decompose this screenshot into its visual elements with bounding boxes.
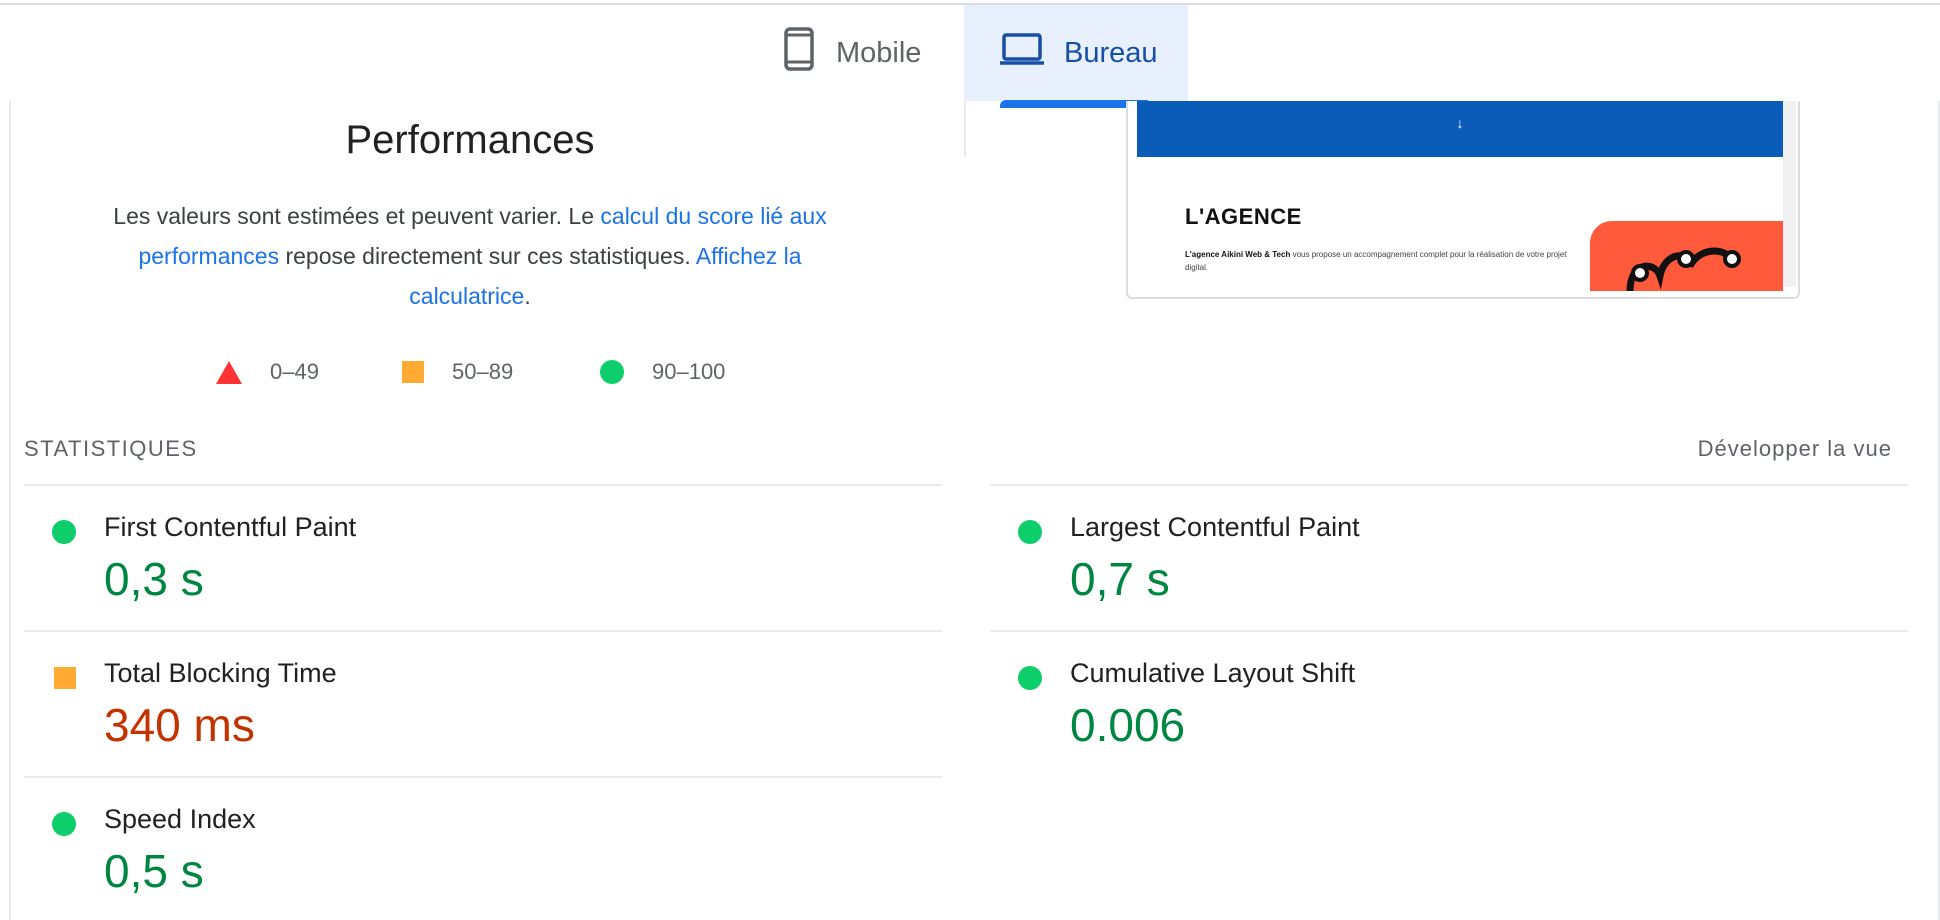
metric-first-contentful-paint: First Contentful Paint 0,3 s — [24, 486, 924, 626]
tab-mobile[interactable]: Mobile — [770, 5, 964, 101]
metric-value: 0.006 — [1070, 699, 1186, 751]
preview-illustration — [1590, 221, 1783, 291]
metric-total-blocking-time: Total Blocking Time 340 ms — [24, 632, 924, 772]
expand-view-button[interactable]: Développer la vue — [1698, 436, 1892, 462]
legend-poor-label: 0–49 — [270, 359, 319, 384]
performance-description: Les valeurs sont estimées et peuvent var… — [95, 196, 845, 316]
device-tabs: Mobile Bureau — [0, 5, 1940, 108]
desc-text: repose directement sur ces statistiques. — [279, 243, 696, 269]
metric-largest-contentful-paint: Largest Contentful Paint 0,7 s — [990, 486, 1890, 626]
metric-speed-index: Speed Index 0,5 s — [24, 778, 924, 918]
good-circle-icon — [1018, 666, 1042, 690]
preview-scrollbar — [1783, 101, 1796, 287]
poor-triangle-icon — [216, 360, 242, 384]
good-circle-icon — [1018, 520, 1042, 544]
smartphone-icon — [784, 27, 814, 79]
panel-border-left — [9, 101, 11, 920]
metric-value: 0,5 s — [104, 845, 204, 897]
legend-good-label: 90–100 — [652, 359, 726, 384]
tab-desktop[interactable]: Bureau — [964, 5, 1188, 101]
desc-text: . — [524, 283, 531, 309]
preview-text-bold: L'agence Aikini Web & Tech — [1185, 250, 1291, 259]
panel-border-middle — [964, 101, 966, 157]
metric-name: Speed Index — [104, 804, 256, 834]
tab-mobile-label: Mobile — [836, 36, 922, 69]
metric-name: Total Blocking Time — [104, 658, 337, 688]
desc-text: Les valeurs sont estimées et peuvent var… — [113, 203, 601, 229]
average-square-icon — [402, 361, 424, 383]
good-circle-icon — [52, 812, 76, 836]
preview-text: L'agence Aikini Web & Tech vous propose … — [1185, 248, 1575, 274]
good-circle-icon — [600, 360, 624, 384]
page-screenshot-preview: ↓ L'AGENCE L'agence Aikini Web & Tech vo… — [1126, 101, 1800, 299]
metric-name: First Contentful Paint — [104, 512, 357, 542]
metric-value: 340 ms — [104, 699, 255, 751]
metric-cumulative-layout-shift: Cumulative Layout Shift 0.006 — [990, 632, 1890, 772]
preview-heading: L'AGENCE — [1185, 204, 1302, 229]
statistics-heading: STATISTIQUES — [24, 436, 198, 461]
laptop-icon — [1000, 32, 1044, 74]
tab-desktop-label: Bureau — [1064, 36, 1158, 69]
average-square-icon — [54, 667, 76, 689]
good-circle-icon — [52, 520, 76, 544]
legend-average-label: 50–89 — [452, 359, 514, 384]
legend-poor: 0–49 — [216, 352, 319, 392]
legend-average: 50–89 — [402, 352, 513, 392]
metric-name: Cumulative Layout Shift — [1070, 658, 1356, 688]
arrow-down-icon: ↓ — [1456, 115, 1464, 131]
performance-title: Performances — [345, 118, 595, 162]
legend-good: 90–100 — [600, 352, 725, 392]
preview-header-bar: ↓ — [1137, 101, 1783, 157]
metric-value: 0,3 s — [104, 553, 204, 605]
metric-name: Largest Contentful Paint — [1070, 512, 1360, 542]
metric-value: 0,7 s — [1070, 553, 1170, 605]
